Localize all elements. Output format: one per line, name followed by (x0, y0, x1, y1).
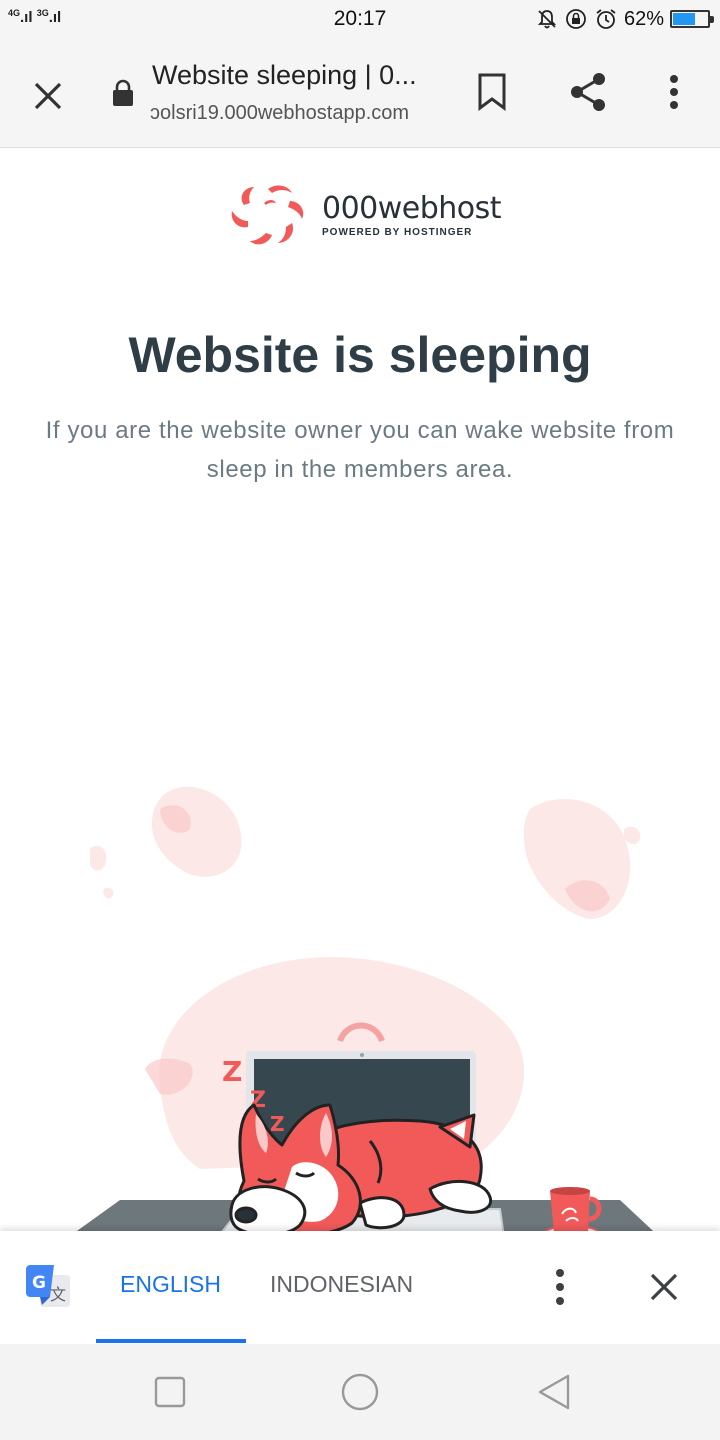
back-icon (538, 1374, 570, 1410)
rotation-lock-icon (564, 7, 588, 31)
mute-icon (536, 8, 558, 30)
logo-subtitle: POWERED BY HOSTINGER (322, 226, 473, 238)
browser-toolbar: Website sleeping | 0... ɔolsri19.000webh… (0, 40, 720, 148)
page-content: 000webhost POWERED BY HOSTINGER Website … (0, 149, 720, 1231)
lock-icon (113, 79, 133, 106)
translate-menu-button[interactable] (536, 1265, 584, 1311)
back-button[interactable] (532, 1370, 576, 1414)
site-logo[interactable]: 000webhost POWERED BY HOSTINGER (228, 183, 502, 247)
sleep-z-3: Z (270, 1112, 285, 1136)
more-vert-icon (556, 1269, 564, 1305)
more-vert-icon (670, 75, 678, 109)
translate-close-button[interactable] (640, 1265, 688, 1311)
page-title[interactable]: Website sleeping | 0... (152, 60, 442, 91)
close-icon (650, 1273, 678, 1301)
language-tab-english[interactable]: ENGLISH (120, 1271, 221, 1298)
active-tab-indicator (96, 1339, 246, 1343)
recents-button[interactable] (148, 1370, 192, 1414)
share-icon (571, 73, 605, 111)
svg-text:文: 文 (50, 1285, 66, 1304)
language-tab-indonesian[interactable]: INDONESIAN (270, 1271, 413, 1298)
battery-fill (673, 13, 696, 25)
google-translate-icon[interactable]: 文 G (24, 1265, 72, 1311)
battery-icon (670, 10, 714, 28)
bookmark-icon (478, 73, 506, 111)
home-icon (341, 1373, 379, 1411)
close-tab-button[interactable] (26, 74, 70, 118)
logo-name: 000webhost (322, 190, 502, 226)
000webhost-logo-icon (231, 185, 304, 245)
page-headline: Website is sleeping (128, 327, 592, 383)
system-nav-bar (0, 1344, 720, 1440)
close-icon (34, 82, 62, 110)
page-subtext: If you are the website owner you can wak… (45, 417, 675, 483)
logo-text: 000webhost POWERED BY HOSTINGER (322, 190, 502, 238)
page-url[interactable]: ɔolsri19.000webhostapp.com (150, 102, 440, 125)
svg-text:G: G (32, 1273, 46, 1293)
battery-percent: 62% (623, 7, 664, 30)
share-button[interactable] (562, 66, 614, 118)
menu-button[interactable] (648, 66, 700, 118)
home-button[interactable] (338, 1370, 382, 1414)
sleep-z-1: Z (222, 1055, 242, 1088)
sleeping-corgi-illustration: Z Z Z (76, 786, 654, 1231)
recents-icon (154, 1376, 186, 1408)
bookmark-button[interactable] (466, 66, 518, 118)
translate-bar: 文 G ENGLISH INDONESIAN (0, 1231, 720, 1344)
status-bar: 4G.ıl 3G.ıl 20:17 62% (0, 0, 720, 40)
status-icons: 62% (536, 6, 714, 32)
alarm-icon (594, 7, 618, 31)
